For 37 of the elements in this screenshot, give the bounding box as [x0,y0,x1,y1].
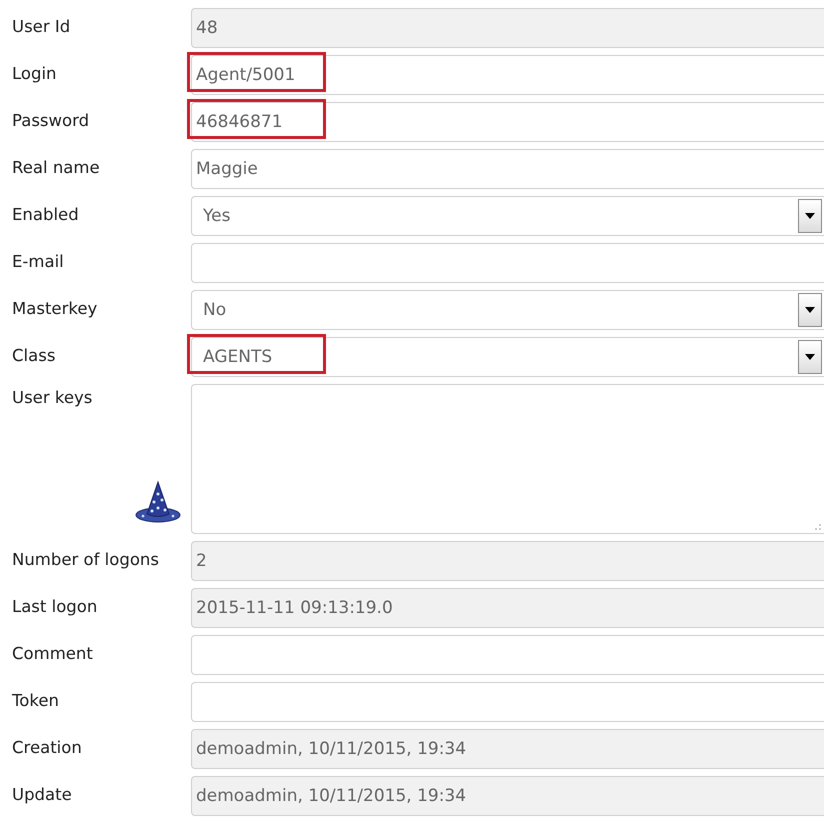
field-label: User keys [12,388,92,407]
readonly-field[interactable]: 2015-11-11 09:13:19.0 [191,588,824,628]
input-field[interactable]: Maggie [191,149,824,189]
readonly-field[interactable]: demoadmin, 10/11/2015, 19:34 [191,729,824,769]
select-field[interactable]: Yes [191,196,824,236]
caret-icon [805,213,815,219]
readonly-field[interactable]: demoadmin, 10/11/2015, 19:34 [191,776,824,816]
dropdown-button[interactable] [798,293,822,327]
field-label: Update [12,785,72,804]
field-label: E-mail [12,252,64,271]
caret-icon [805,307,815,313]
readonly-field[interactable]: 48 [191,8,824,48]
field-label: Creation [12,738,82,757]
field-label: Enabled [12,205,79,224]
field-label: Class [12,346,56,365]
readonly-field[interactable]: 2 [191,541,824,581]
input-field[interactable]: Agent/5001 [191,55,824,95]
input-field[interactable] [191,682,824,722]
field-label: Masterkey [12,299,98,318]
field-label: Login [12,64,57,83]
field-label: Last logon [12,597,98,616]
caret-icon [805,354,815,360]
field-label: Real name [12,158,100,177]
resize-grip-icon [815,524,821,530]
field-label: Token [12,691,59,710]
wizard-hat-icon[interactable] [133,480,183,524]
input-field[interactable]: 46846871 [191,102,824,142]
field-label: User Id [12,17,70,36]
select-field[interactable]: AGENTS [191,337,824,377]
input-field[interactable] [191,243,824,283]
select-field[interactable]: No [191,290,824,330]
field-label: Number of logons [12,550,159,569]
dropdown-button[interactable] [798,199,822,233]
field-label: Comment [12,644,93,663]
input-field[interactable] [191,635,824,675]
field-label: Password [12,111,90,130]
dropdown-button[interactable] [798,340,822,374]
